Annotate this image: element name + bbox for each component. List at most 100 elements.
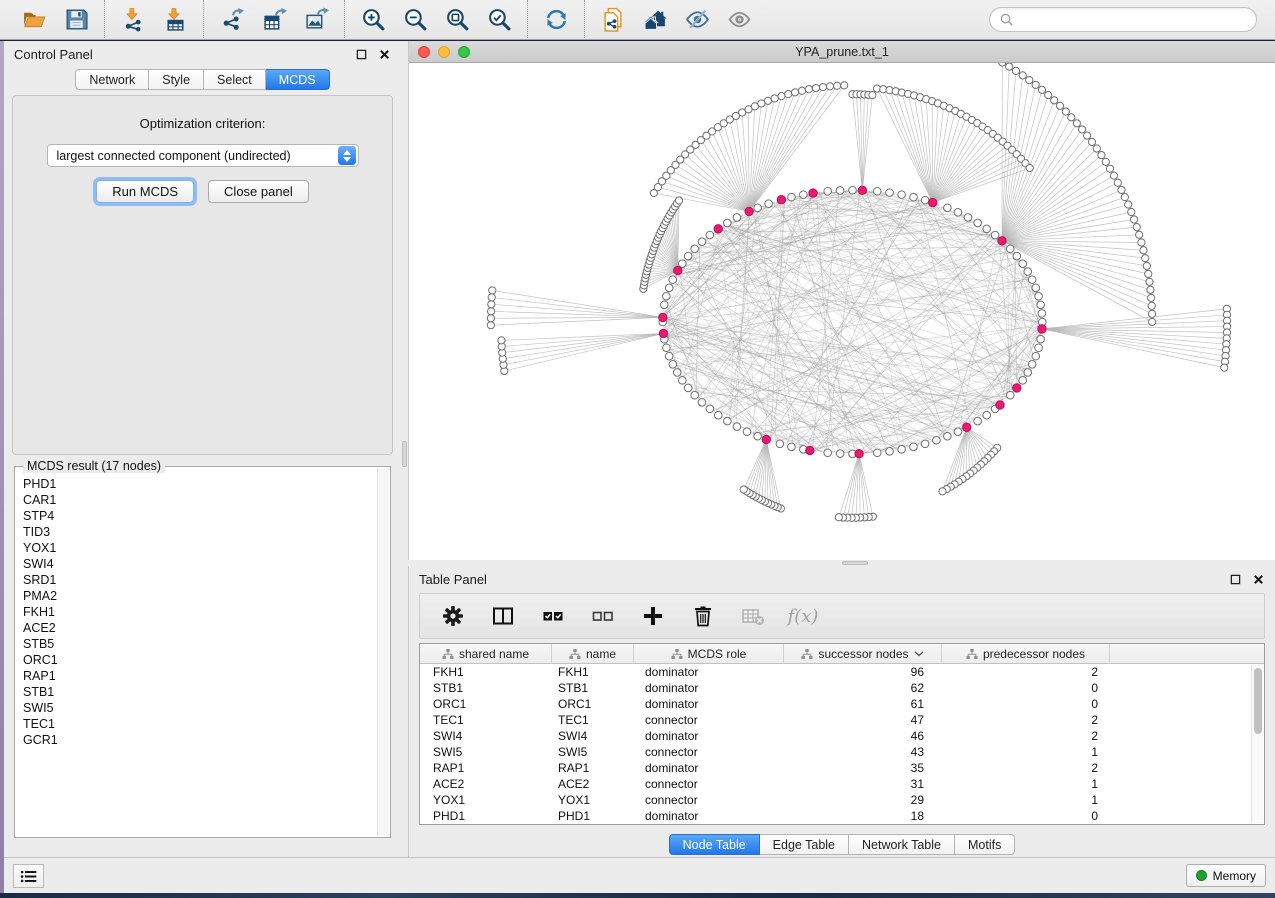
close-panel-button[interactable]: Close panel: [208, 180, 309, 203]
export-table-button[interactable]: [261, 7, 287, 33]
result-list-item[interactable]: CAR1: [23, 492, 377, 508]
result-list-item[interactable]: PMA2: [23, 588, 377, 604]
zoom-out-button[interactable]: [402, 7, 428, 33]
tab-edge-table[interactable]: Edge Table: [760, 834, 849, 855]
cell-successor_nodes: 43: [784, 745, 942, 759]
table-row[interactable]: RAP1RAP1dominator352: [420, 760, 1264, 776]
create-column-button[interactable]: [640, 603, 666, 629]
tab-network[interactable]: Network: [75, 69, 149, 90]
table-row[interactable]: ORC1ORC1dominator610: [420, 696, 1264, 712]
result-list-item[interactable]: TID3: [23, 524, 377, 540]
cell-name: SWI5: [552, 745, 634, 759]
table-row[interactable]: SWI5SWI5connector431: [420, 744, 1264, 760]
split-panel-button[interactable]: [490, 603, 516, 629]
cell-mcds_role: connector: [634, 745, 784, 759]
import-network-button[interactable]: [120, 7, 146, 33]
column-header-MCDS-role[interactable]: MCDS role: [634, 644, 784, 663]
table-row[interactable]: YOX1YOX1connector291: [420, 792, 1264, 808]
column-header-successor-nodes[interactable]: successor nodes: [784, 644, 942, 663]
control-panel-header: Control Panel: [4, 41, 401, 67]
table-scrollbar[interactable]: [1251, 665, 1263, 823]
result-list-item[interactable]: SRD1: [23, 572, 377, 588]
zoom-selected-button[interactable]: [486, 7, 512, 33]
table-row[interactable]: SWI4SWI4dominator462: [420, 728, 1264, 744]
result-list-item[interactable]: ACE2: [23, 620, 377, 636]
gear-button[interactable]: [440, 603, 466, 629]
result-list-item[interactable]: STB1: [23, 684, 377, 700]
splitter-grip[interactable]: [402, 441, 407, 467]
column-header-shared-name[interactable]: shared name: [420, 644, 552, 663]
result-list-item[interactable]: RAP1: [23, 668, 377, 684]
table-row[interactable]: TEC1TEC1connector472: [420, 712, 1264, 728]
toolbar-group: [203, 0, 344, 40]
zoom-fit-icon: [445, 7, 470, 32]
network-document-button[interactable]: [600, 7, 626, 33]
tab-style[interactable]: Style: [149, 69, 204, 90]
cell-name: PHD1: [552, 809, 634, 823]
open-file-button[interactable]: [21, 7, 47, 33]
delete-columns-button[interactable]: [690, 603, 716, 629]
import-table-button[interactable]: [162, 7, 188, 33]
table-row[interactable]: STB1STB1dominator620: [420, 680, 1264, 696]
mcds-result-group: MCDS result (17 nodes) PHD1CAR1STP4TID3Y…: [14, 466, 391, 838]
run-mcds-button[interactable]: Run MCDS: [96, 180, 194, 203]
result-list-item[interactable]: ORC1: [23, 652, 377, 668]
task-history-button[interactable]: [13, 864, 44, 888]
table-row[interactable]: FKH1FKH1dominator962: [420, 664, 1264, 680]
splitter-grip[interactable]: [842, 561, 868, 565]
select-all-columns-button[interactable]: [540, 603, 566, 629]
close-panel-icon[interactable]: [1252, 573, 1265, 586]
search-box[interactable]: [989, 7, 1257, 32]
tab-network-table[interactable]: Network Table: [849, 834, 955, 855]
network-canvas[interactable]: [409, 63, 1275, 560]
export-image-icon: [304, 7, 329, 32]
home-button[interactable]: [642, 7, 668, 33]
close-panel-icon[interactable]: [378, 48, 391, 61]
criterion-select[interactable]: largest connected component (undirected): [47, 144, 359, 167]
result-list-item[interactable]: PHD1: [23, 476, 377, 492]
tab-select[interactable]: Select: [204, 69, 266, 90]
unselect-all-columns-button[interactable]: [590, 603, 616, 629]
desktop-background-bottom: [0, 893, 1275, 898]
zoom-in-button[interactable]: [360, 7, 386, 33]
float-panel-icon[interactable]: [355, 48, 368, 61]
result-list-item[interactable]: SWI4: [23, 556, 377, 572]
mcds-result-list: PHD1CAR1STP4TID3YOX1SWI4SRD1PMA2FKH1ACE2…: [16, 470, 377, 836]
column-header-predecessor-nodes[interactable]: predecessor nodes: [942, 644, 1110, 663]
save-session-button[interactable]: [63, 7, 89, 33]
table-row[interactable]: PHD1PHD1dominator180: [420, 808, 1264, 824]
result-list-item[interactable]: STB5: [23, 636, 377, 652]
toolbar-icon-groups: [6, 0, 767, 40]
result-list-item[interactable]: FKH1: [23, 604, 377, 620]
tab-node-table[interactable]: Node Table: [669, 834, 760, 855]
result-list-item[interactable]: YOX1: [23, 540, 377, 556]
function-builder-icon: f(x): [788, 606, 819, 627]
open-file-icon: [22, 7, 47, 32]
result-list-item[interactable]: SWI5: [23, 700, 377, 716]
function-builder-button: f(x): [790, 603, 816, 629]
cell-predecessor_nodes: 2: [942, 761, 1110, 775]
tab-mcds[interactable]: MCDS: [266, 69, 330, 90]
show-all-button[interactable]: [726, 7, 752, 33]
memory-button[interactable]: Memory: [1186, 864, 1266, 887]
memory-label: Memory: [1213, 869, 1256, 883]
cell-mcds_role: dominator: [634, 761, 784, 775]
refresh-button[interactable]: [543, 7, 569, 33]
float-panel-icon[interactable]: [1229, 573, 1242, 586]
hide-selected-button[interactable]: [684, 7, 710, 33]
result-list-item[interactable]: TEC1: [23, 716, 377, 732]
split-panel-icon: [491, 604, 515, 628]
zoom-fit-button[interactable]: [444, 7, 470, 33]
export-network-button[interactable]: [219, 7, 245, 33]
cell-shared_name: SWI4: [420, 729, 552, 743]
tab-motifs[interactable]: Motifs: [955, 834, 1015, 855]
export-image-button[interactable]: [303, 7, 329, 33]
vertical-splitter[interactable]: [401, 41, 408, 857]
result-list-scrollbar[interactable]: [377, 468, 389, 836]
scrollbar-thumb[interactable]: [1254, 668, 1262, 734]
table-row[interactable]: ACE2ACE2connector311: [420, 776, 1264, 792]
search-input[interactable]: [1019, 13, 1247, 27]
result-list-item[interactable]: STP4: [23, 508, 377, 524]
result-list-item[interactable]: GCR1: [23, 732, 377, 748]
column-header-name[interactable]: name: [552, 644, 634, 663]
